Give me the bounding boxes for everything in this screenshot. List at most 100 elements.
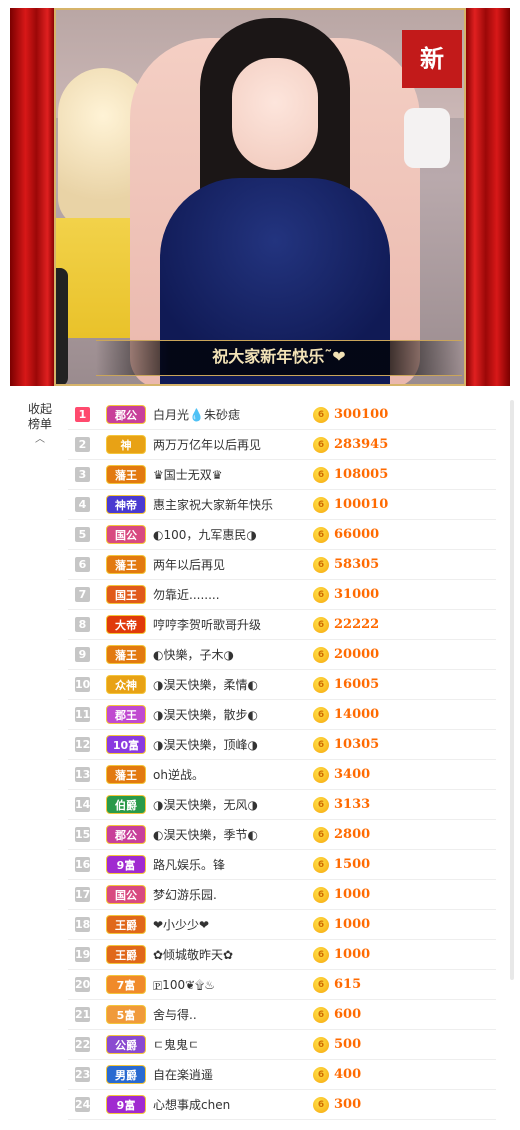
ranking-row[interactable]: 7 国王 勿靠近........ 6 31000 xyxy=(68,580,496,610)
coin-icon: 6 xyxy=(313,677,329,693)
rank-number: 4 xyxy=(75,497,90,512)
contribution-value: 500 xyxy=(334,1037,362,1052)
rank-number: 12 xyxy=(75,737,91,752)
contribution-value: 1000 xyxy=(334,917,371,932)
rank-number: 11 xyxy=(75,707,91,722)
user-name[interactable]: 梦幻游乐园. xyxy=(153,880,217,910)
user-name[interactable]: 惠主家祝大家新年快乐 xyxy=(153,490,273,520)
ranking-row[interactable]: 8 大帝 哼哼李贺听歌哥升级 6 22222 xyxy=(68,610,496,640)
user-name[interactable]: ㄷ鬼鬼ㄷ xyxy=(153,1030,199,1060)
ranking-row[interactable]: 6 藩王 两年以后再见 6 58305 xyxy=(68,550,496,580)
user-name[interactable]: 路凡娱乐。锋 xyxy=(153,850,225,880)
coin-icon: 6 xyxy=(313,857,329,873)
noble-badge: 郡王 xyxy=(106,705,146,724)
contribution-value: 1500 xyxy=(334,857,371,872)
rank-number: 15 xyxy=(75,827,91,842)
contribution-value: 10305 xyxy=(334,737,380,752)
rank-number: 1 xyxy=(75,407,90,422)
noble-badge: 王爵 xyxy=(106,945,146,964)
user-name[interactable]: 心想事成chen xyxy=(153,1090,230,1120)
rank-number: 14 xyxy=(75,797,91,812)
coin-icon: 6 xyxy=(313,587,329,603)
ranking-row[interactable]: 23 男爵 自在楽逍遥 6 400 xyxy=(68,1060,496,1090)
contribution-value: 283945 xyxy=(334,437,389,452)
user-name[interactable]: ❤小少少❤ xyxy=(153,910,209,940)
contribution-value: 615 xyxy=(334,977,362,992)
noble-badge: 藩王 xyxy=(106,555,146,574)
collapse-label: 收起 xyxy=(27,402,52,416)
coin-icon: 6 xyxy=(313,557,329,573)
ranking-row[interactable]: 4 神帝 惠主家祝大家新年快乐 6 100010 xyxy=(68,490,496,520)
user-name[interactable]: ◑淏天快樂，顶峰◑ xyxy=(153,730,258,760)
contribution-value: 1000 xyxy=(334,947,371,962)
curtain-right xyxy=(466,8,510,386)
noble-badge: 10富 xyxy=(106,735,146,754)
user-name[interactable]: ◑淏天快樂，无风◑ xyxy=(153,790,258,820)
ranking-row[interactable]: 1 郡公 白月光💧朱砂痣 6 300100 xyxy=(68,400,496,430)
noble-badge: 5富 xyxy=(106,1005,146,1024)
ranking-row[interactable]: 17 国公 梦幻游乐园. 6 1000 xyxy=(68,880,496,910)
user-name[interactable]: ◑淏天快樂，散步◐ xyxy=(153,700,258,730)
user-name[interactable]: ✿倾城敬昨天✿ xyxy=(153,940,233,970)
ranking-row[interactable]: 12 10富 ◑淏天快樂，顶峰◑ 6 10305 xyxy=(68,730,496,760)
noble-badge: 郡公 xyxy=(106,825,146,844)
ranking-row[interactable]: 18 王爵 ❤小少少❤ 6 1000 xyxy=(68,910,496,940)
user-name[interactable]: 舍与得.. xyxy=(153,1000,197,1030)
user-name[interactable]: ◑淏天快樂，柔情◐ xyxy=(153,670,258,700)
coin-icon: 6 xyxy=(313,407,329,423)
ranking-row[interactable]: 15 郡公 ◐淏天快樂，季节◐ 6 2800 xyxy=(68,820,496,850)
user-name[interactable]: ◐100，九军惠民◑ xyxy=(153,520,257,550)
noble-badge: 7富 xyxy=(106,975,146,994)
user-name[interactable]: 白月光💧朱砂痣 xyxy=(153,400,240,430)
ranking-row[interactable]: 19 王爵 ✿倾城敬昨天✿ 6 1000 xyxy=(68,940,496,970)
rank-number: 6 xyxy=(75,557,90,572)
user-name[interactable]: 哼哼李贺听歌哥升级 xyxy=(153,610,261,640)
user-name[interactable]: 两万万亿年以后再见 xyxy=(153,430,261,460)
user-name[interactable]: ◐快樂，子木◑ xyxy=(153,640,234,670)
contribution-value: 3400 xyxy=(334,767,371,782)
noble-badge: 9富 xyxy=(106,855,146,874)
rank-number: 13 xyxy=(75,767,91,782)
ranking-row[interactable]: 22 公爵 ㄷ鬼鬼ㄷ 6 500 xyxy=(68,1030,496,1060)
ranking-row[interactable]: 13 藩王 oh逆战。 6 3400 xyxy=(68,760,496,790)
stream-video[interactable]: 新 祝大家新年快乐˜❤ xyxy=(10,8,510,386)
user-name[interactable]: 🄿100❦۩♨ xyxy=(153,970,215,1000)
contribution-value: 2800 xyxy=(334,827,371,842)
contribution-value: 100010 xyxy=(334,497,389,512)
noble-badge: 郡公 xyxy=(106,405,146,424)
contribution-value: 300 xyxy=(334,1097,362,1112)
coin-icon: 6 xyxy=(313,1067,329,1083)
ranking-row[interactable]: 10 众神 ◑淏天快樂，柔情◐ 6 16005 xyxy=(68,670,496,700)
ranking-row[interactable]: 20 7富 🄿100❦۩♨ 6 615 xyxy=(68,970,496,1000)
ranking-row[interactable]: 21 5富 舍与得.. 6 600 xyxy=(68,1000,496,1030)
user-name[interactable]: oh逆战。 xyxy=(153,760,204,790)
ranking-row[interactable]: 11 郡王 ◑淏天快樂，散步◐ 6 14000 xyxy=(68,700,496,730)
user-name[interactable]: 两年以后再见 xyxy=(153,550,225,580)
rank-number: 17 xyxy=(75,887,91,902)
scrollbar[interactable] xyxy=(510,400,514,980)
noble-badge: 公爵 xyxy=(106,1035,146,1054)
contribution-value: 66000 xyxy=(334,527,380,542)
rank-number: 10 xyxy=(75,677,91,692)
user-name[interactable]: ◐淏天快樂，季节◐ xyxy=(153,820,258,850)
contribution-value: 108005 xyxy=(334,467,389,482)
user-name[interactable]: 勿靠近........ xyxy=(153,580,220,610)
noble-badge: 国王 xyxy=(106,585,146,604)
ranking-row[interactable]: 3 藩王 ♛国士无双♛ 6 108005 xyxy=(68,460,496,490)
ranking-row[interactable]: 9 藩王 ◐快樂，子木◑ 6 20000 xyxy=(68,640,496,670)
coin-icon: 6 xyxy=(313,887,329,903)
rank-number: 5 xyxy=(75,527,90,542)
ranking-row[interactable]: 5 国公 ◐100，九军惠民◑ 6 66000 xyxy=(68,520,496,550)
ranking-row[interactable]: 16 9富 路凡娱乐。锋 6 1500 xyxy=(68,850,496,880)
coin-icon: 6 xyxy=(313,797,329,813)
user-name[interactable]: 自在楽逍遥 xyxy=(153,1060,213,1090)
rank-number: 3 xyxy=(75,467,90,482)
ranking-row[interactable]: 24 9富 心想事成chen 6 300 xyxy=(68,1090,496,1120)
noble-badge: 国公 xyxy=(106,525,146,544)
ranking-row[interactable]: 14 伯爵 ◑淏天快樂，无风◑ 6 3133 xyxy=(68,790,496,820)
ranking-row[interactable]: 2 神两万万亿年以后再见 6 283945 xyxy=(68,430,496,460)
contribution-value: 16005 xyxy=(334,677,380,692)
collapse-ranking-button[interactable]: 收起 榜单 ︿ xyxy=(22,402,58,447)
coin-icon: 6 xyxy=(313,467,329,483)
user-name[interactable]: ♛国士无双♛ xyxy=(153,460,223,490)
